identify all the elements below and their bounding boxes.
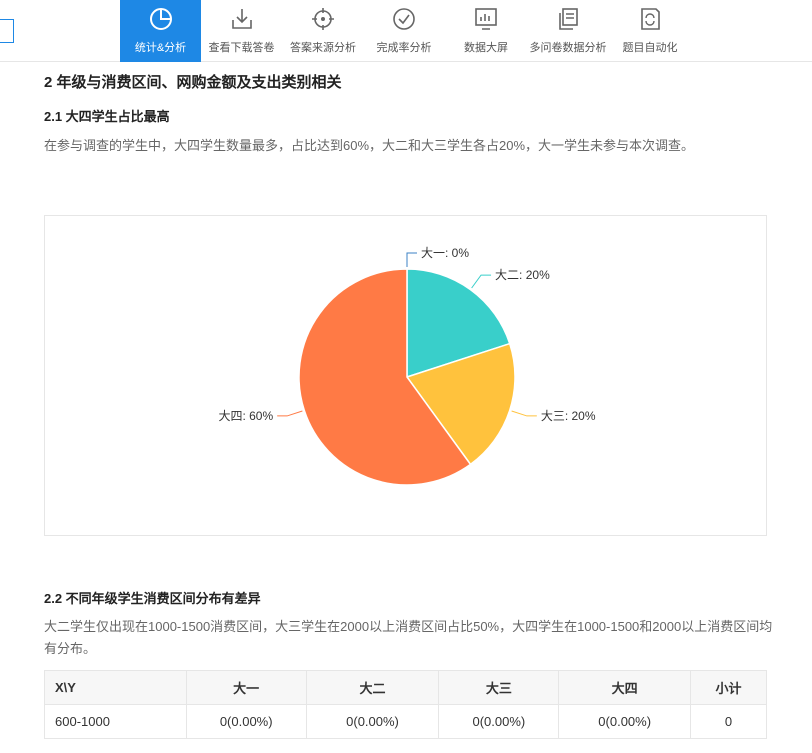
- subsection-text: 大二学生仅出现在1000-1500消费区间，大三学生在2000以上消费区间占比5…: [44, 619, 773, 656]
- nav-label: 完成率分析: [376, 42, 432, 54]
- crosshair-icon: [312, 8, 334, 30]
- nav-data-screen[interactable]: 数据大屏: [446, 0, 526, 62]
- table-cell: 600-1000: [44, 704, 187, 739]
- subsection-text: 在参与调查的学生中，大四学生数量最多，占比达到60%，大二和大三学生各占20%，…: [44, 138, 695, 153]
- dashboard-icon: [475, 8, 497, 30]
- nav-multi-survey[interactable]: 多问卷数据分析: [526, 0, 610, 62]
- table-cell: 0(0.00%): [438, 704, 560, 739]
- table-header-row: X\Y 大一 大二 大三 大四 小计: [44, 670, 767, 705]
- pie-chart-icon: [149, 8, 172, 30]
- nav-question-automation[interactable]: 题目自动化: [614, 0, 686, 62]
- nav-label: 查看下载答卷: [208, 42, 275, 54]
- subsection-title: 2.2 不同年级学生消费区间分布有差异: [44, 591, 261, 606]
- column-header: 大二: [305, 670, 440, 705]
- nav-label: 答案来源分析: [290, 42, 356, 54]
- pie-leader-line: [511, 410, 537, 417]
- pie-chart: 大一: 0% 大二: 20% 大三: 20% 大四: 60%: [44, 215, 767, 536]
- table-cell: 0(0.00%): [305, 704, 440, 739]
- pie-leader-line: [471, 274, 492, 289]
- nav-stats-analysis[interactable]: 统计&分析: [120, 0, 201, 62]
- nav-label: 数据大屏: [464, 42, 508, 54]
- nav-view-download[interactable]: 查看下载答卷: [203, 0, 280, 62]
- table-cell: 0(0.00%): [558, 704, 692, 739]
- column-header: 小计: [690, 670, 767, 705]
- pie-leader-line: [277, 410, 303, 417]
- copy-icon: [559, 8, 578, 30]
- column-header: 大三: [438, 670, 560, 705]
- pie-leader-line: [406, 252, 417, 267]
- auto-icon: [641, 8, 660, 30]
- search-box-edge[interactable]: [0, 19, 14, 43]
- nav-answer-source[interactable]: 答案来源分析: [282, 0, 364, 62]
- crosstab-table: X\Y 大一 大二 大三 大四 小计 600-1000 0(0.00%) 0(0…: [44, 670, 767, 739]
- report-content: 2 年级与消费区间、网购金额及支出类别相关 2.1 大四学生占比最高 在参与调查…: [0, 62, 812, 753]
- nav-label: 题目自动化: [622, 42, 678, 54]
- pie-label: 大四: 60%: [218, 409, 273, 423]
- nav-completion-rate[interactable]: 完成率分析: [366, 0, 442, 62]
- pie-chart-svg: 大一: 0% 大二: 20% 大三: 20% 大四: 60%: [218, 246, 596, 486]
- check-circle-icon: [393, 8, 415, 30]
- pie-label: 大三: 20%: [541, 409, 596, 423]
- subsection-title: 2.1 大四学生占比最高: [44, 109, 170, 124]
- toolbar: 统计&分析 查看下载答卷 答案来源分析 完成率分析 数据大屏 多问卷数据分析 题…: [0, 0, 812, 62]
- nav-label: 多问卷数据分析: [529, 42, 607, 54]
- pie-label: 大二: 20%: [495, 268, 550, 282]
- column-header: X\Y: [44, 670, 187, 705]
- table-cell: 0(0.00%): [185, 704, 307, 739]
- nav-label: 统计&分析: [134, 42, 187, 54]
- pie-label: 大一: 0%: [421, 246, 469, 260]
- column-header: 大四: [558, 670, 692, 705]
- table-cell: 0: [690, 704, 767, 739]
- table-row: 600-1000 0(0.00%) 0(0.00%) 0(0.00%) 0(0.…: [44, 704, 767, 739]
- section-title: 2 年级与消费区间、网购金额及支出类别相关: [44, 74, 342, 91]
- download-icon: [231, 9, 252, 29]
- column-header: 大一: [185, 670, 307, 705]
